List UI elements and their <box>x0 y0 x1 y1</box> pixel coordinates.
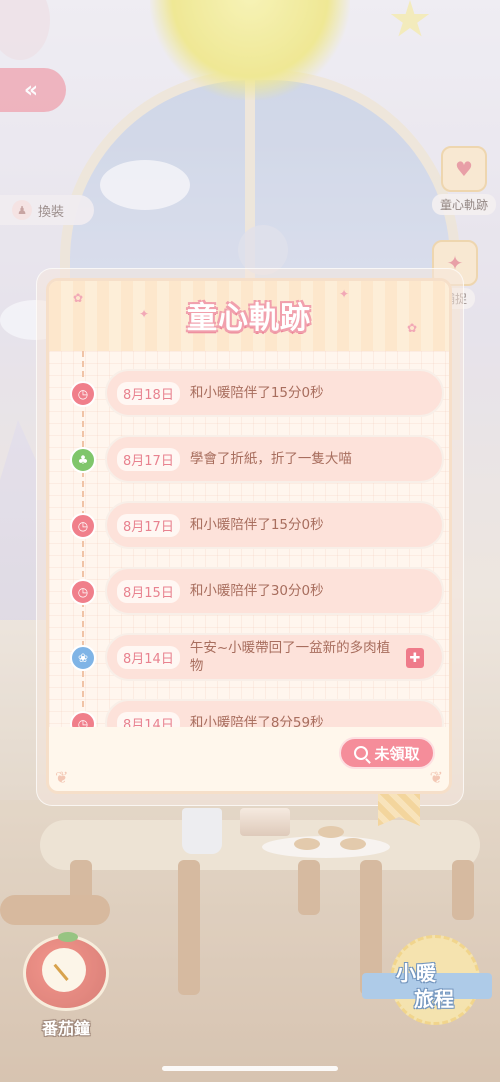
timeline-entry: ♣ 8月17日 學會了折紙，折了一隻大喵 <box>49 435 449 485</box>
entry-pill: 8月14日 午安~小暖帶回了一盆新的多肉植物 ✚ <box>105 633 444 681</box>
unclaimed-label: 未領取 <box>374 744 420 763</box>
childhood-track-dialog: ✿ ✦ ✦ ✿ 童心軌跡 ◷ 8月18日 和小暖陪伴了15分0秒 ♣ 8月17日… <box>46 278 452 794</box>
timeline-entry: ◷ 8月18日 和小暖陪伴了15分0秒 <box>49 369 449 419</box>
sprout-icon: ♣ <box>70 447 96 473</box>
timeline-entry: ◷ 8月15日 和小暖陪伴了30分0秒 <box>49 567 449 617</box>
entry-pill: 8月18日 和小暖陪伴了15分0秒 <box>105 369 444 417</box>
entry-text: 和小暖陪伴了15分0秒 <box>189 517 324 533</box>
clock-icon: ◷ <box>70 711 96 727</box>
search-icon <box>354 746 369 760</box>
entry-pill: 8月17日 學會了折紙，折了一隻大喵 <box>105 435 444 483</box>
unclaimed-filter-button[interactable]: 未領取 <box>339 737 435 769</box>
timeline-entry: ◷ 8月14日 和小暖陪伴了8分59秒 <box>49 699 449 727</box>
entry-date: 8月17日 <box>117 447 180 471</box>
entry-date: 8月18日 <box>117 381 180 405</box>
entry-date: 8月14日 <box>117 645 180 669</box>
corner-ornament: ❦ <box>55 768 69 787</box>
entry-text: 和小暖陪伴了8分59秒 <box>189 715 324 727</box>
entry-pill: 8月14日 和小暖陪伴了8分59秒 <box>105 699 444 727</box>
entry-text: 和小暖陪伴了30分0秒 <box>189 583 324 599</box>
gift-card-icon[interactable]: ✚ <box>406 648 424 668</box>
timeline-entry: ◷ 8月17日 和小暖陪伴了15分0秒 <box>49 501 449 551</box>
entry-date: 8月15日 <box>117 579 180 603</box>
clock-icon: ◷ <box>70 579 96 605</box>
entry-text: 和小暖陪伴了15分0秒 <box>189 385 324 401</box>
timeline-list[interactable]: ◷ 8月18日 和小暖陪伴了15分0秒 ♣ 8月17日 學會了折紙，折了一隻大喵… <box>49 351 449 727</box>
flower-icon: ❀ <box>70 645 96 671</box>
entry-date: 8月17日 <box>117 513 180 537</box>
entry-pill: 8月17日 和小暖陪伴了15分0秒 <box>105 501 444 549</box>
entry-pill: 8月15日 和小暖陪伴了30分0秒 <box>105 567 444 615</box>
clock-icon: ◷ <box>70 381 96 407</box>
corner-ornament: ❦ <box>429 768 443 787</box>
timeline-entry: ❀ 8月14日 午安~小暖帶回了一盆新的多肉植物 ✚ <box>49 633 449 683</box>
entry-date: 8月14日 <box>117 711 180 727</box>
clock-icon: ◷ <box>70 513 96 539</box>
dialog-title: 童心軌跡 <box>187 301 311 336</box>
entry-text: 午安~小暖帶回了一盆新的多肉植物 <box>189 640 391 674</box>
entry-text: 學會了折紙，折了一隻大喵 <box>189 451 352 467</box>
home-indicator[interactable] <box>162 1066 338 1071</box>
dialog-header: ✿ ✦ ✦ ✿ 童心軌跡 <box>49 281 449 353</box>
